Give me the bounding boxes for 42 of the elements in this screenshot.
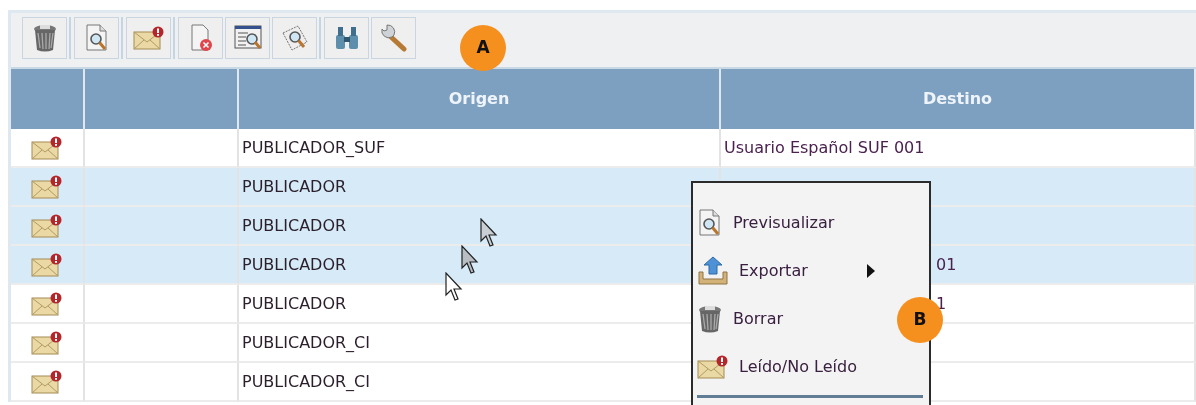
column-header: Destino	[721, 69, 1196, 129]
cell-text: 1	[935, 292, 947, 315]
stamp-magnifier-icon	[280, 24, 309, 52]
envelope-icon	[31, 369, 63, 394]
binoculars-icon	[333, 25, 360, 51]
window-magnifier-icon	[233, 25, 262, 51]
document-delete-button[interactable]	[178, 17, 223, 59]
menu-item[interactable]: Previsualizar	[693, 199, 889, 247]
document-magnifier-icon	[697, 209, 723, 237]
envelope-button[interactable]	[126, 17, 171, 59]
window-magnifier-button[interactable]	[225, 17, 270, 59]
cell-text: PUBLICADOR_CI	[241, 331, 370, 354]
trash-button[interactable]	[22, 17, 67, 59]
envelope-icon	[31, 291, 63, 316]
envelope-icon	[31, 252, 63, 277]
cell-text: PUBLICADOR_SUF	[241, 136, 386, 159]
cell-text: Usuario Español SUF 001	[723, 136, 925, 159]
stamp-magnifier-button[interactable]	[272, 17, 317, 59]
envelope-icon	[31, 135, 63, 160]
column-header: Origen	[239, 69, 721, 129]
menu-item[interactable]: Exportar	[693, 247, 889, 295]
binoculars-button[interactable]	[324, 17, 369, 59]
trash-icon	[697, 305, 723, 333]
envelope-icon	[132, 26, 165, 50]
cell-text: PUBLICADOR	[241, 292, 347, 315]
upload-tray-icon	[697, 256, 729, 286]
envelope-icon	[31, 330, 63, 355]
document-magnifier-icon	[83, 24, 110, 52]
cell-text: PUBLICADOR	[241, 214, 347, 237]
cell-text: PUBLICADOR	[241, 253, 347, 276]
trash-icon	[31, 24, 58, 52]
envelope-icon	[31, 174, 63, 199]
envelope-icon	[697, 355, 729, 379]
cell-text: PUBLICADOR_CI	[241, 370, 370, 393]
envelope-icon	[31, 213, 63, 238]
wrench-button[interactable]	[371, 17, 416, 59]
document-magnifier-button[interactable]	[74, 17, 119, 59]
menu-item[interactable]: Leído/No Leído	[693, 343, 889, 391]
cell-text: 01	[935, 253, 957, 276]
cell-text: PUBLICADOR	[241, 175, 347, 198]
wrench-icon	[379, 24, 408, 52]
menu-item[interactable]: Borrar	[693, 295, 889, 343]
